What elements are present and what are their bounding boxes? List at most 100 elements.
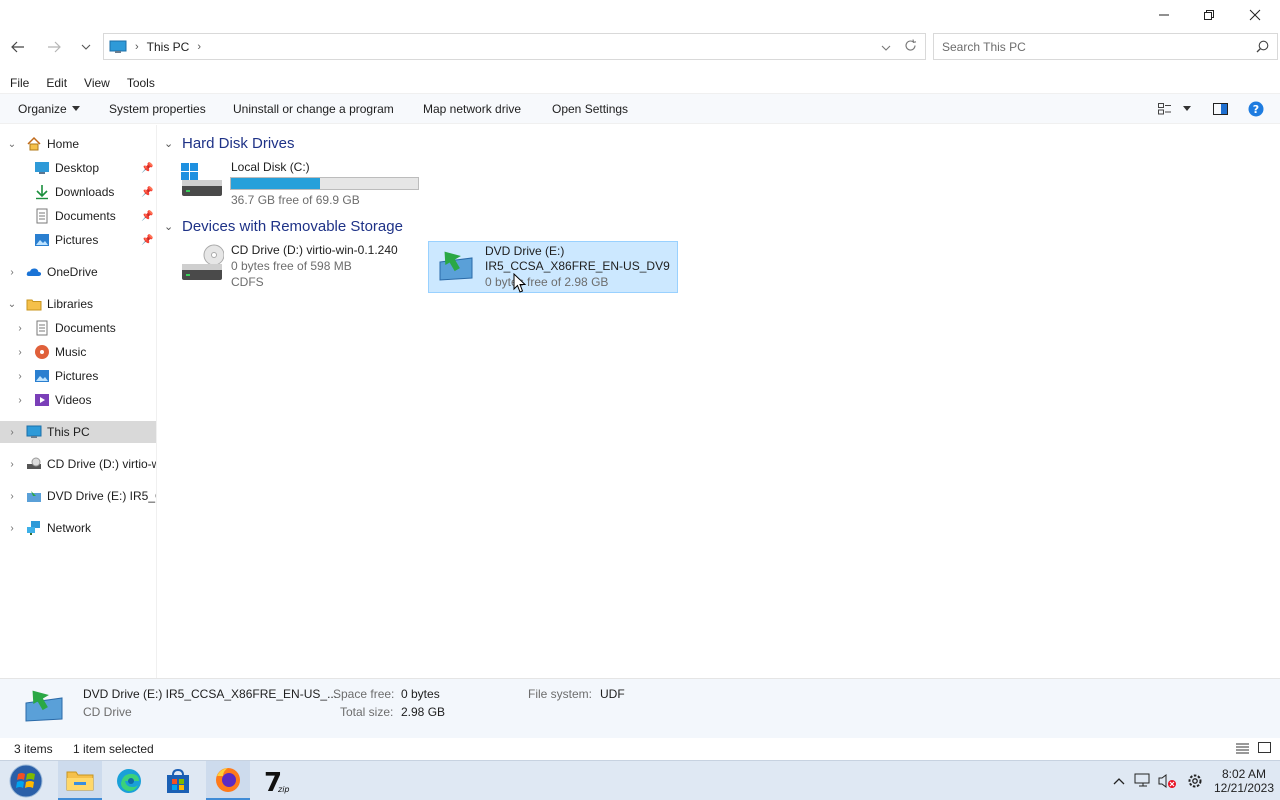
- drive-tile-cd[interactable]: CD Drive (D:) virtio-win-0.1.240 0 bytes…: [178, 241, 424, 293]
- minimize-button[interactable]: [1141, 0, 1187, 30]
- details-pane: DVD Drive (E:) IR5_CCSA_X86FRE_EN-US_...…: [0, 678, 1280, 738]
- restore-button[interactable]: [1186, 0, 1232, 30]
- nav-network[interactable]: › Network: [0, 517, 156, 539]
- chevron-right-icon[interactable]: ›: [6, 427, 18, 438]
- nav-cd-drive[interactable]: › CD Drive (D:) virtio-w: [0, 453, 156, 475]
- chevron-up-icon: [1113, 778, 1125, 785]
- nav-label: Documents: [55, 321, 116, 335]
- chevron-right-icon[interactable]: ›: [14, 323, 26, 334]
- open-settings-button[interactable]: Open Settings: [552, 94, 628, 123]
- pin-icon[interactable]: 📌: [141, 187, 153, 198]
- pin-icon[interactable]: 📌: [141, 163, 153, 174]
- drive-tile-local-disk[interactable]: Local Disk (C:) 36.7 GB free of 69.9 GB: [178, 157, 448, 209]
- nav-documents[interactable]: Documents 📌: [0, 205, 156, 227]
- chevron-right-icon[interactable]: ›: [6, 523, 18, 534]
- chevron-down-icon[interactable]: ⌄: [6, 139, 18, 150]
- desktop-icon: [35, 162, 49, 174]
- system-properties-button[interactable]: System properties: [109, 94, 206, 123]
- address-dropdown[interactable]: [881, 40, 891, 54]
- tiles-view-icon: [1258, 742, 1271, 753]
- chevron-down-icon[interactable]: ⌄: [6, 299, 18, 310]
- forward-arrow-icon: [48, 41, 61, 53]
- settings-tray-button[interactable]: [1184, 761, 1206, 800]
- start-button[interactable]: [5, 761, 47, 800]
- search-placeholder: Search This PC: [942, 39, 1026, 54]
- svg-text:?: ?: [1253, 103, 1259, 116]
- taskbar-file-explorer[interactable]: [58, 761, 102, 800]
- forward-button[interactable]: [42, 36, 66, 58]
- taskbar-store[interactable]: [156, 761, 200, 800]
- nav-this-pc[interactable]: › This PC: [0, 421, 156, 443]
- nav-library-pictures[interactable]: › Pictures: [0, 365, 156, 387]
- drive-free-space: 36.7 GB free of 69.9 GB: [231, 193, 360, 207]
- menu-tools[interactable]: Tools: [117, 76, 162, 90]
- nav-downloads[interactable]: Downloads 📌: [0, 181, 156, 203]
- breadcrumb-chevron[interactable]: ›: [197, 41, 201, 53]
- drive-tile-dvd[interactable]: DVD Drive (E:) IR5_CCSA_X86FRE_EN-US_DV9…: [428, 241, 678, 293]
- nav-label: This PC: [47, 425, 90, 439]
- nav-library-music[interactable]: › Music: [0, 341, 156, 363]
- taskbar-edge[interactable]: [107, 761, 151, 800]
- volume-button[interactable]: [1156, 761, 1178, 800]
- nav-library-documents[interactable]: › Documents: [0, 317, 156, 339]
- uninstall-program-button[interactable]: Uninstall or change a program: [233, 94, 394, 123]
- organize-button[interactable]: Organize: [18, 94, 80, 123]
- back-button[interactable]: [6, 36, 30, 58]
- chevron-right-icon[interactable]: ›: [14, 395, 26, 406]
- nav-libraries[interactable]: ⌄ Libraries: [0, 293, 156, 315]
- drive-name: CD Drive (D:) virtio-win-0.1.240: [231, 243, 398, 257]
- details-view-button[interactable]: [1236, 742, 1249, 757]
- show-hidden-icons-button[interactable]: [1110, 761, 1128, 800]
- nav-home[interactable]: ⌄ Home: [0, 133, 156, 155]
- menu-file[interactable]: File: [0, 76, 36, 90]
- chevron-right-icon[interactable]: ›: [14, 371, 26, 382]
- map-network-drive-button[interactable]: Map network drive: [423, 94, 521, 123]
- file-explorer-icon: [66, 771, 94, 790]
- menu-edit[interactable]: Edit: [36, 76, 74, 90]
- view-dropdown-button[interactable]: [1183, 94, 1191, 123]
- organize-label: Organize: [18, 101, 67, 116]
- nav-label: Music: [55, 345, 87, 359]
- address-bar[interactable]: › This PC ›: [103, 33, 926, 60]
- taskbar-7zip[interactable]: 7 zip: [255, 761, 299, 800]
- large-icons-view-button[interactable]: [1258, 742, 1271, 757]
- recent-locations-button[interactable]: [76, 36, 96, 58]
- nav-desktop[interactable]: Desktop 📌: [0, 157, 156, 179]
- change-view-button[interactable]: [1158, 94, 1172, 123]
- home-icon: [27, 136, 41, 151]
- breadcrumb-this-pc[interactable]: This PC: [147, 40, 190, 54]
- nav-label: Downloads: [55, 185, 115, 199]
- group-header-label: Hard Disk Drives: [182, 134, 295, 152]
- close-button[interactable]: [1232, 0, 1278, 30]
- navigation-pane: ⌄ Home Desktop 📌 Downloads 📌 Documents 📌…: [0, 125, 157, 678]
- network-tray-icon: [1134, 773, 1150, 787]
- search-input[interactable]: Search This PC: [933, 33, 1278, 60]
- nav-library-videos[interactable]: › Videos: [0, 389, 156, 411]
- menu-view[interactable]: View: [74, 76, 117, 90]
- chevron-right-icon[interactable]: ›: [6, 459, 18, 470]
- network-status-button[interactable]: [1133, 761, 1153, 800]
- pin-icon[interactable]: 📌: [141, 211, 153, 222]
- help-button[interactable]: ?: [1248, 94, 1264, 123]
- chevron-right-icon[interactable]: ›: [14, 347, 26, 358]
- capacity-bar: [230, 177, 419, 190]
- space-free-value: 0 bytes: [401, 687, 440, 701]
- nav-onedrive[interactable]: › OneDrive: [0, 261, 156, 283]
- chevron-down-icon: ⌄: [164, 137, 174, 150]
- pictures-icon: [35, 234, 49, 246]
- documents-icon: [36, 208, 48, 224]
- group-header-label: Devices with Removable Storage: [182, 217, 403, 235]
- pin-icon[interactable]: 📌: [141, 235, 153, 246]
- taskbar: 7 zip 8:02 AM 12/21/2023: [0, 760, 1280, 800]
- group-header-removable-storage[interactable]: ⌄ Devices with Removable Storage: [164, 215, 403, 237]
- group-header-hard-disk-drives[interactable]: ⌄ Hard Disk Drives: [164, 132, 295, 154]
- refresh-button[interactable]: [904, 39, 917, 55]
- store-icon: [167, 768, 189, 793]
- nav-pictures[interactable]: Pictures 📌: [0, 229, 156, 251]
- chevron-right-icon[interactable]: ›: [6, 491, 18, 502]
- preview-pane-button[interactable]: [1213, 94, 1228, 123]
- nav-dvd-drive[interactable]: › DVD Drive (E:) IR5_CC: [0, 485, 156, 507]
- chevron-right-icon[interactable]: ›: [6, 267, 18, 278]
- taskbar-firefox[interactable]: [206, 761, 250, 800]
- clock[interactable]: 8:02 AM 12/21/2023: [1210, 761, 1278, 800]
